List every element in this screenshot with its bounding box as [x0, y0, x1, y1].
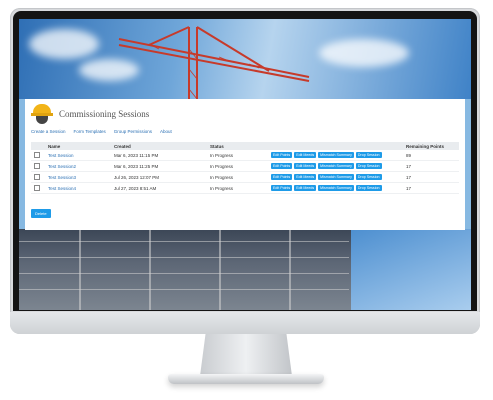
- app-header: Commissioning Sessions: [31, 103, 149, 125]
- sessions-table: Name Created Status Remaining Points Tes…: [31, 142, 459, 194]
- monitor-chin: [10, 312, 480, 334]
- drop-session-button[interactable]: Drop Session: [355, 185, 382, 191]
- nav-form-templates[interactable]: Form Templates: [74, 129, 106, 134]
- session-name-link[interactable]: Test Session: [48, 153, 74, 158]
- table-row: Test Session2 Mar 6, 2023 11:25 PM In Pr…: [31, 160, 459, 172]
- mismatch-summary-button[interactable]: Mismatch Summary: [318, 163, 354, 169]
- mismatch-summary-button[interactable]: Mismatch Summary: [318, 185, 354, 191]
- edit-meeds-button[interactable]: Edit Meeds: [294, 163, 317, 169]
- session-name-link[interactable]: Test Session3: [48, 175, 76, 180]
- edit-meeds-button[interactable]: Edit Meeds: [294, 174, 317, 180]
- table-header-row: Name Created Status Remaining Points: [31, 142, 459, 150]
- select-column-header: [31, 142, 45, 150]
- column-header-actions: [268, 142, 403, 150]
- screen: Commissioning Sessions Create a Session …: [19, 19, 471, 310]
- remaining-points: 17: [403, 171, 459, 183]
- drop-session-button[interactable]: Drop Session: [355, 174, 382, 180]
- edit-points-button[interactable]: Edit Points: [271, 163, 293, 169]
- row-checkbox[interactable]: [34, 151, 40, 158]
- drop-session-button[interactable]: Drop Session: [355, 163, 382, 169]
- edit-points-button[interactable]: Edit Points: [271, 185, 293, 191]
- column-header-name: Name: [45, 142, 111, 150]
- nav-about[interactable]: About: [160, 129, 172, 134]
- edit-meeds-button[interactable]: Edit Meeds: [294, 185, 317, 191]
- session-name-link[interactable]: Test Session4: [48, 186, 76, 191]
- column-header-remaining-points: Remaining Points: [403, 142, 459, 150]
- session-status: In Progress: [207, 150, 268, 161]
- table-row: Test Session3 Jul 26, 2023 12:07 PM In P…: [31, 171, 459, 183]
- session-created: Jul 27, 2023 8:51 AM: [111, 182, 207, 194]
- footer-banner-image: [19, 229, 471, 310]
- nav-group-permissions[interactable]: Group Permissions: [114, 129, 152, 134]
- remaining-points: 89: [403, 150, 459, 161]
- session-created: Mar 6, 2023 11:15 PM: [111, 150, 207, 161]
- page-title: Commissioning Sessions: [59, 109, 150, 119]
- session-status: In Progress: [207, 171, 268, 183]
- delete-button[interactable]: Delete: [31, 209, 51, 218]
- session-created: Jul 26, 2023 12:07 PM: [111, 171, 207, 183]
- session-status: In Progress: [207, 160, 268, 172]
- drop-session-button[interactable]: Drop Session: [355, 152, 382, 158]
- table-row: Test Session Mar 6, 2023 11:15 PM In Pro…: [31, 150, 459, 161]
- mismatch-summary-button[interactable]: Mismatch Summary: [318, 174, 354, 180]
- monitor-stand-base: [168, 374, 324, 384]
- row-checkbox[interactable]: [34, 184, 40, 191]
- edit-meeds-button[interactable]: Edit Meeds: [294, 152, 317, 158]
- row-checkbox[interactable]: [34, 173, 40, 180]
- remaining-points: 17: [403, 182, 459, 194]
- app-nav: Create a Session Form Templates Group Pe…: [31, 129, 172, 134]
- remaining-points: 17: [403, 160, 459, 172]
- edit-points-button[interactable]: Edit Points: [271, 152, 293, 158]
- mismatch-summary-button[interactable]: Mismatch Summary: [318, 152, 354, 158]
- column-header-status: Status: [207, 142, 268, 150]
- session-name-link[interactable]: Test Session2: [48, 164, 76, 169]
- row-checkbox[interactable]: [34, 162, 40, 169]
- app-panel: Commissioning Sessions Create a Session …: [25, 99, 465, 230]
- nav-create-session[interactable]: Create a Session: [31, 129, 66, 134]
- session-created: Mar 6, 2023 11:25 PM: [111, 160, 207, 172]
- table-row: Test Session4 Jul 27, 2023 8:51 AM In Pr…: [31, 182, 459, 194]
- column-header-created: Created: [111, 142, 207, 150]
- hardhat-logo-icon: [31, 104, 53, 124]
- monitor-stand-neck: [200, 334, 292, 376]
- edit-points-button[interactable]: Edit Points: [271, 174, 293, 180]
- session-status: In Progress: [207, 182, 268, 194]
- header-banner-image: [19, 19, 471, 99]
- crane-graphic: [118, 26, 310, 99]
